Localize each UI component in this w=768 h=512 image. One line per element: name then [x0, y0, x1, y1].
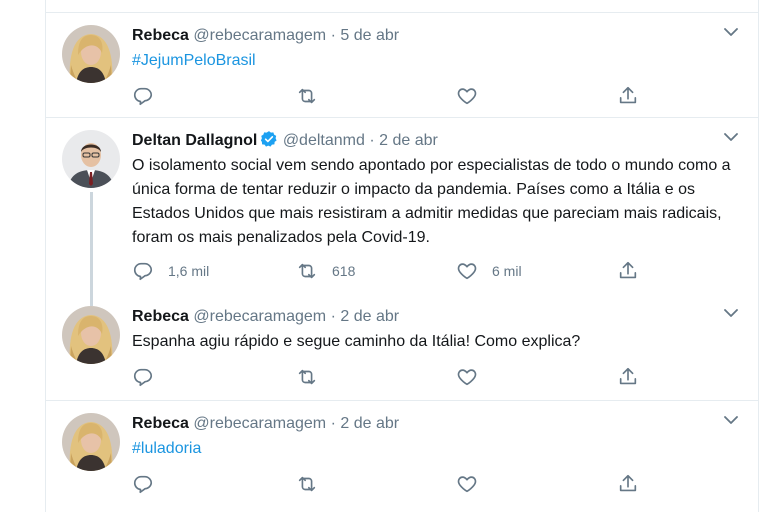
share-button[interactable]	[617, 85, 639, 107]
separator: ·	[330, 308, 336, 325]
author-handle[interactable]: @rebecaramagem	[193, 27, 326, 44]
like-icon	[456, 260, 478, 282]
tweet-header: Rebeca @rebecaramagem · 2 de abr	[132, 306, 738, 328]
tweet[interactable]: Rebeca @rebecaramagem · 2 de abr #lulado…	[46, 401, 758, 512]
like-button[interactable]	[456, 366, 478, 388]
reply-icon	[132, 473, 154, 495]
tweet[interactable]: Rebeca @rebecaramagem · 2 de abr Espanha…	[46, 298, 758, 398]
retweet-button[interactable]	[296, 473, 318, 495]
reply-button[interactable]	[132, 366, 154, 388]
chevron-down-icon[interactable]	[724, 132, 738, 142]
like-icon	[456, 473, 478, 495]
tweet-date[interactable]: 2 de abr	[340, 415, 399, 432]
reply-button[interactable]	[132, 85, 154, 107]
avatar[interactable]	[62, 306, 120, 364]
like-count: 6 mil	[492, 263, 522, 279]
reply-icon	[132, 85, 154, 107]
avatar[interactable]	[62, 130, 120, 188]
chevron-down-icon[interactable]	[724, 27, 738, 37]
author-handle[interactable]: @rebecaramagem	[193, 415, 326, 432]
chevron-down-icon[interactable]	[724, 308, 738, 318]
hashtag-link[interactable]: #JejumPeloBrasil	[132, 49, 738, 73]
like-button[interactable]	[456, 85, 478, 107]
author-name[interactable]: Rebeca	[132, 27, 189, 44]
retweet-icon	[296, 473, 318, 495]
tweet-text: O isolamento social vem sendo apontado p…	[132, 157, 731, 246]
tweet[interactable]: Rebeca @rebecaramagem · 5 de abr #JejumP…	[46, 13, 758, 115]
author-handle[interactable]: @deltanmd	[283, 132, 365, 149]
tweet-date[interactable]: 2 de abr	[379, 132, 438, 149]
reply-icon	[132, 260, 154, 282]
separator: ·	[330, 415, 336, 432]
share-icon	[617, 366, 639, 388]
chevron-down-icon[interactable]	[724, 415, 738, 425]
tweet[interactable]: Deltan Dallagnol @deltanmd · 2 de abr O …	[46, 118, 758, 306]
retweet-button[interactable]: 618	[296, 260, 355, 282]
retweet-button[interactable]	[296, 366, 318, 388]
retweet-icon	[296, 260, 318, 282]
reply-button[interactable]	[132, 473, 154, 495]
timeline: Rebeca @rebecaramagem · 5 de abr #JejumP…	[45, 0, 759, 512]
tweet-actions	[132, 366, 652, 388]
thread-line	[90, 192, 93, 306]
reply-button[interactable]: 1,6 mil	[132, 260, 209, 282]
like-icon	[456, 366, 478, 388]
tweet-date[interactable]: 5 de abr	[340, 27, 399, 44]
share-button[interactable]	[617, 473, 639, 495]
author-name[interactable]: Deltan Dallagnol	[132, 132, 257, 149]
tweet-actions	[132, 85, 652, 107]
share-button[interactable]	[617, 366, 639, 388]
retweet-count: 618	[332, 263, 356, 279]
tweet-header: Deltan Dallagnol @deltanmd · 2 de abr	[132, 130, 738, 152]
retweet-button[interactable]	[296, 85, 318, 107]
share-button[interactable]	[617, 260, 639, 282]
tweet-date[interactable]: 2 de abr	[340, 308, 399, 325]
tweet-text: Espanha agiu rápido e segue caminho da I…	[132, 333, 581, 350]
share-icon	[617, 473, 639, 495]
like-button[interactable]: 6 mil	[456, 260, 522, 282]
avatar[interactable]	[62, 413, 120, 471]
retweet-icon	[296, 85, 318, 107]
tweet-header: Rebeca @rebecaramagem · 5 de abr	[132, 25, 738, 47]
author-name[interactable]: Rebeca	[132, 308, 189, 325]
share-icon	[617, 260, 639, 282]
separator: ·	[330, 27, 336, 44]
separator: ·	[369, 132, 375, 149]
tweet-header: Rebeca @rebecaramagem · 2 de abr	[132, 413, 738, 435]
hashtag-link[interactable]: #luladoria	[132, 437, 738, 461]
reply-icon	[132, 366, 154, 388]
like-icon	[456, 85, 478, 107]
retweet-icon	[296, 366, 318, 388]
like-button[interactable]	[456, 473, 478, 495]
share-icon	[617, 85, 639, 107]
tweet-actions	[132, 473, 652, 495]
tweet-actions: 1,6 mil 618 6 mil	[132, 260, 652, 282]
avatar[interactable]	[62, 25, 120, 83]
author-name[interactable]: Rebeca	[132, 415, 189, 432]
author-handle[interactable]: @rebecaramagem	[193, 308, 326, 325]
verified-icon	[261, 131, 277, 147]
reply-count: 1,6 mil	[168, 263, 210, 279]
